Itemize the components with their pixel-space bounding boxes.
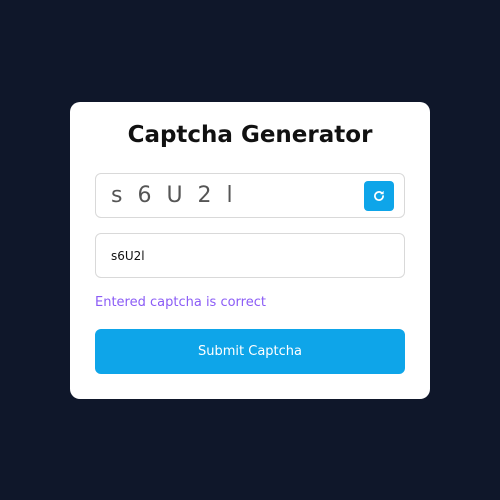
captcha-display: s6U2l bbox=[95, 173, 405, 218]
submit-captcha-button[interactable]: Submit Captcha bbox=[95, 329, 405, 374]
captcha-text: s6U2l bbox=[111, 183, 248, 208]
page-title: Captcha Generator bbox=[127, 122, 373, 148]
refresh-button[interactable] bbox=[364, 181, 394, 211]
captcha-input[interactable] bbox=[95, 233, 405, 278]
status-message: Entered captcha is correct bbox=[95, 295, 266, 310]
refresh-icon bbox=[374, 190, 384, 201]
